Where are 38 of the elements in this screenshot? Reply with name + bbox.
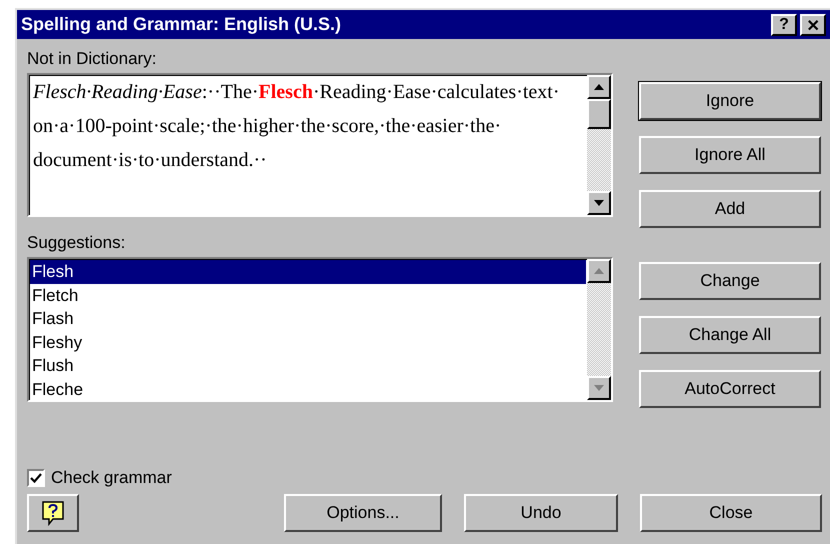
sentence-box[interactable]: Flesch·Reading·Ease:··The·Flesch·Reading·Ease·calculates·text·on·a·100-point·scale;·the·higher·the·score,·the·easier·the·document·is·to·understand.·· <box>27 73 613 217</box>
close-button[interactable]: ✕ <box>800 14 826 36</box>
dialog-button[interactable]: AutoCorrect <box>639 370 821 408</box>
dialog-button[interactable]: Change <box>639 262 821 300</box>
dialog-button[interactable]: Add <box>639 190 821 228</box>
help-button[interactable] <box>27 494 79 532</box>
suggestion-item[interactable]: Fleshy <box>30 330 586 354</box>
scrollbar[interactable] <box>587 259 611 400</box>
field-label: Suggestions: <box>27 233 126 253</box>
scroll-down-button[interactable] <box>587 191 611 215</box>
scroll-down-button[interactable] <box>587 376 611 400</box>
help-button[interactable]: ? <box>771 14 797 36</box>
suggestion-item[interactable]: Fletch <box>30 284 586 307</box>
suggestion-item[interactable]: Flesh <box>30 260 586 284</box>
help-icon <box>41 500 65 526</box>
window-title: Spelling and Grammar: English (U.S.) <box>21 14 342 35</box>
suggestion-item[interactable]: Flush <box>30 354 586 378</box>
checkbox[interactable] <box>27 469 45 487</box>
scrollbar[interactable] <box>587 75 611 215</box>
down-arrow-icon <box>594 200 604 206</box>
scrollbar-thumb[interactable] <box>587 99 611 129</box>
field-label: Not in Dictionary: <box>27 49 158 69</box>
checkbox-label: Check grammar <box>51 468 172 488</box>
dialog-button[interactable]: Change All <box>639 316 821 354</box>
scroll-up-button[interactable] <box>587 75 611 99</box>
sentence-text: Flesch·Reading·Ease:··The·Flesch·Reading·Ease·calculates·text·on·a·100-point·scale;·the·higher·the·score,·the·easier·the·document·is·to·understand.·· <box>32 80 561 173</box>
dialog-button[interactable]: Ignore All <box>639 136 821 174</box>
scroll-up-button[interactable] <box>587 259 611 283</box>
suggestions-list[interactable]: Flesh Fletch Flash Fleshy Flush Fleche <box>27 257 613 402</box>
down-arrow-icon <box>594 385 604 391</box>
dialog-button[interactable]: Options... <box>284 494 442 532</box>
dialog-button[interactable]: Close <box>640 494 822 532</box>
suggestion-item[interactable]: Fleche <box>30 378 586 401</box>
suggestion-item[interactable]: Flash <box>30 307 586 330</box>
up-arrow-icon <box>594 268 604 274</box>
dialog-button[interactable]: Ignore <box>639 82 821 120</box>
up-arrow-icon <box>594 84 604 90</box>
dialog-button[interactable]: Undo <box>464 494 618 532</box>
